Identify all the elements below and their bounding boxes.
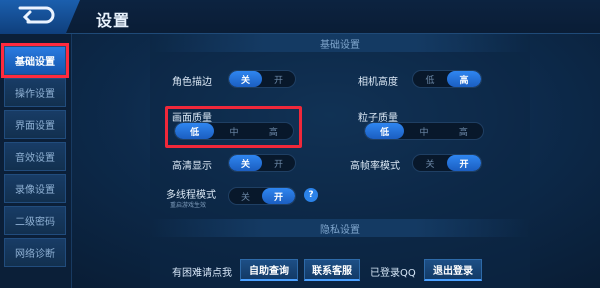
sidebar-item-basic-settings[interactable]: 基础设置 <box>1 43 69 78</box>
high-fps-toggle[interactable]: 关 开 <box>412 154 482 172</box>
toggle-option-low[interactable]: 低 <box>413 71 447 87</box>
role-outline-toggle[interactable]: 关 开 <box>228 70 296 88</box>
toggle-option-on[interactable]: 开 <box>262 71 295 87</box>
back-arrow-icon <box>16 5 56 29</box>
help-prompt-text[interactable]: 有困难请点我 <box>172 264 232 279</box>
self-help-button[interactable]: 自助查询 <box>240 259 298 281</box>
particle-quality-selector[interactable]: 低 中 高 <box>364 122 484 140</box>
camera-height-label: 相机高度 <box>358 77 398 88</box>
section-heading-privacy: 隐私设置 <box>150 219 530 237</box>
section-heading-label: 基础设置 <box>320 39 360 51</box>
role-outline-label: 角色描边 <box>172 77 212 88</box>
sidebar-item-label: 基础设置 <box>15 57 55 68</box>
sidebar-item-sound-settings[interactable]: 音效设置 <box>4 142 66 171</box>
toggle-option-off[interactable]: 关 <box>229 188 262 204</box>
sidebar-item-label: 操作设置 <box>15 89 55 100</box>
sidebar-item-interface-settings[interactable]: 界面设置 <box>4 110 66 139</box>
sidebar-item-label: 二级密码 <box>15 217 55 228</box>
sidebar-item-label: 网络诊断 <box>15 249 55 260</box>
hd-display-label: 高清显示 <box>172 161 212 172</box>
back-button[interactable] <box>0 0 80 34</box>
section-heading-label: 隐私设置 <box>320 224 360 236</box>
settings-screen: 设置 基础设置 操作设置 界面设置 音效设置 录像设置 二级密码 网络诊断 基础… <box>0 0 600 288</box>
sidebar-item-label: 界面设置 <box>15 121 55 132</box>
sidebar-item-label: 录像设置 <box>15 185 55 196</box>
high-fps-label: 高帧率模式 <box>350 161 400 172</box>
multithread-label: 多线程模式 <box>166 190 216 201</box>
contact-support-button[interactable]: 联系客服 <box>304 259 360 281</box>
section-heading-basic: 基础设置 <box>150 34 530 52</box>
multithread-sublabel: 重启游戏生效 <box>170 202 207 209</box>
toggle-option-high[interactable]: 高 <box>447 71 481 87</box>
camera-height-toggle[interactable]: 低 高 <box>412 70 482 88</box>
toggle-option-on[interactable]: 开 <box>262 155 295 171</box>
quality-option-low[interactable]: 低 <box>365 123 405 139</box>
qq-login-status: 已登录QQ <box>370 268 416 279</box>
page-title: 设置 <box>96 11 131 30</box>
sidebar-item-network-diagnosis[interactable]: 网络诊断 <box>4 238 66 267</box>
top-bar: 设置 <box>0 0 600 34</box>
logout-button[interactable]: 退出登录 <box>424 259 482 281</box>
sidebar-item-operation-settings[interactable]: 操作设置 <box>4 78 66 107</box>
highlight-box <box>165 106 302 148</box>
multithread-toggle[interactable]: 关 开 <box>228 187 296 205</box>
sidebar-item-secondary-password[interactable]: 二级密码 <box>4 206 66 235</box>
sidebar-item-replay-settings[interactable]: 录像设置 <box>4 174 66 203</box>
help-icon[interactable]: ? <box>304 188 318 202</box>
toggle-option-on[interactable]: 开 <box>262 188 295 204</box>
hd-display-toggle[interactable]: 关 开 <box>228 154 296 172</box>
quality-option-high[interactable]: 高 <box>444 123 483 139</box>
sidebar-item-label: 音效设置 <box>15 153 55 164</box>
toggle-option-on[interactable]: 开 <box>447 155 481 171</box>
toggle-option-off[interactable]: 关 <box>229 155 262 171</box>
toggle-option-off[interactable]: 关 <box>413 155 447 171</box>
quality-option-medium[interactable]: 中 <box>404 123 443 139</box>
toggle-option-off[interactable]: 关 <box>229 71 262 87</box>
